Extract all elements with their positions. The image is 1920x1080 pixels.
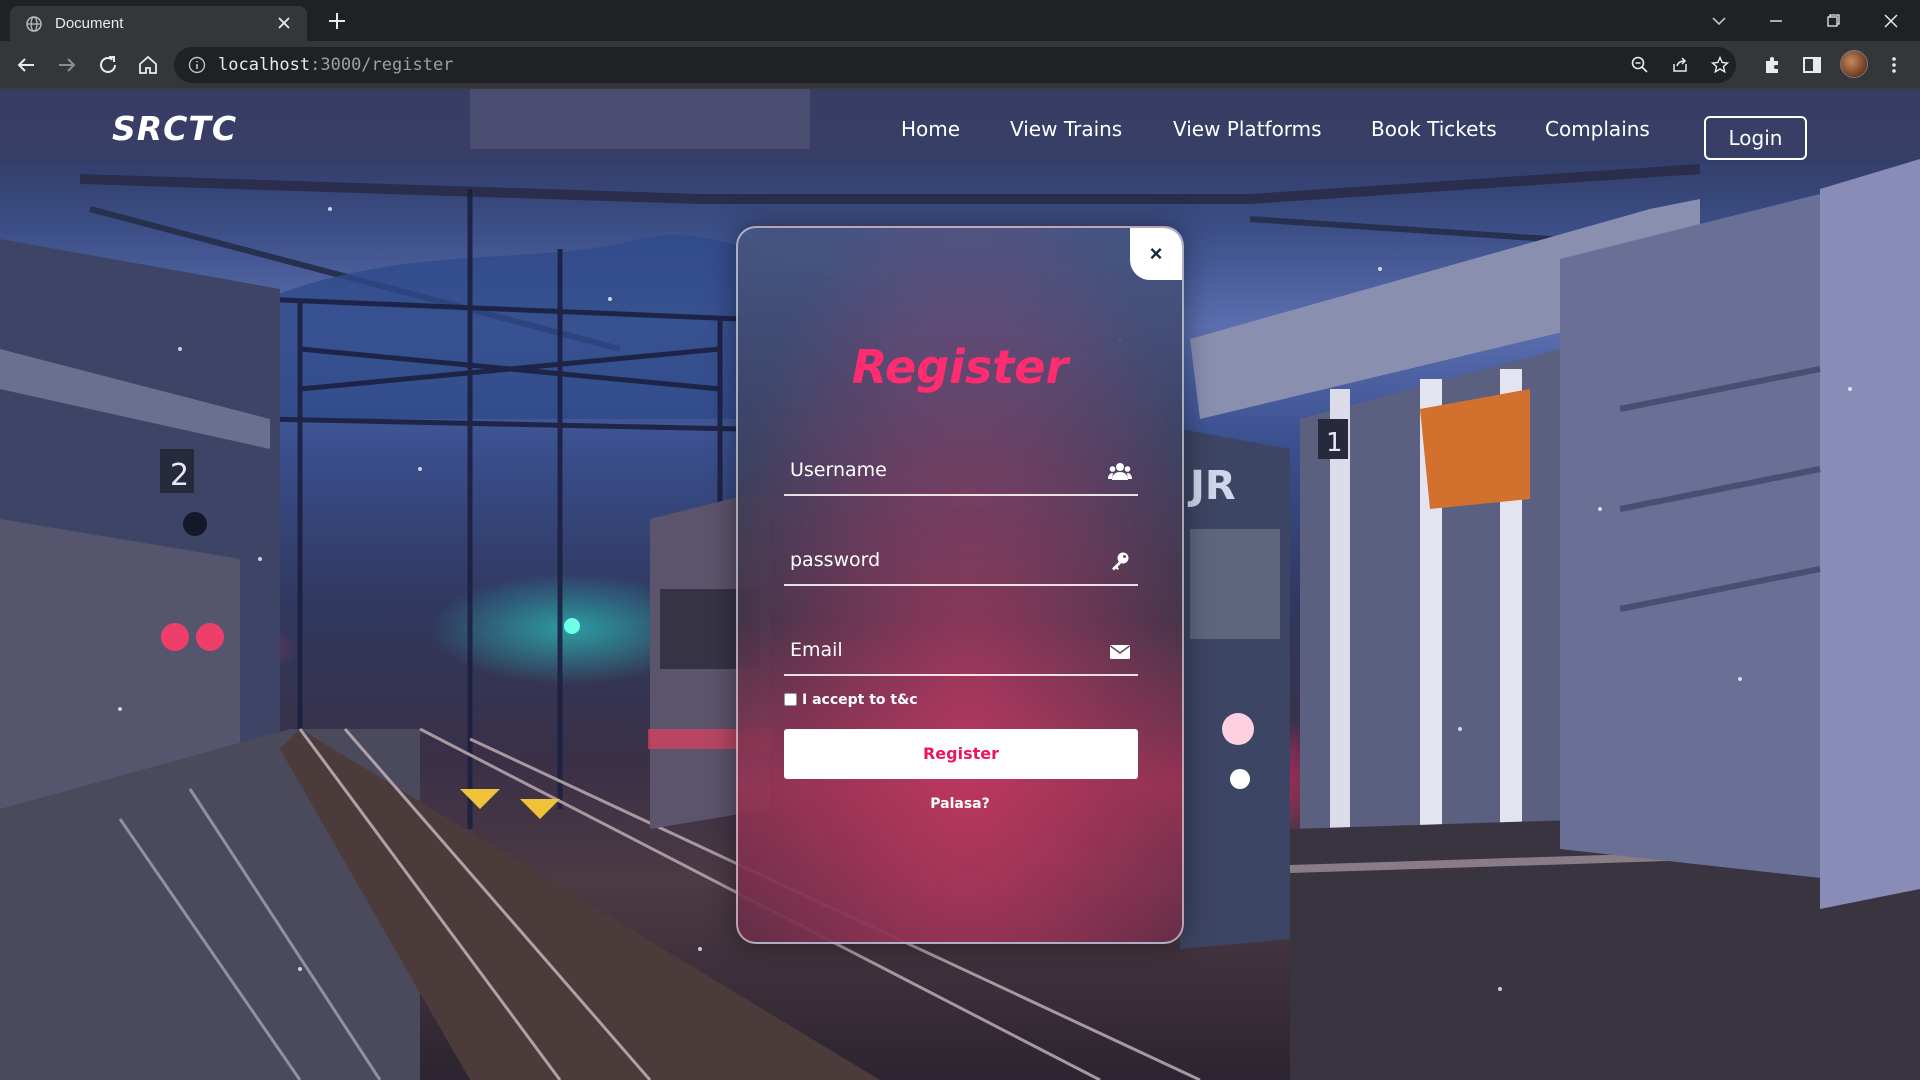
login-button[interactable]: Login [1704, 116, 1807, 160]
password-field [784, 536, 1138, 586]
profile-avatar[interactable] [1840, 50, 1868, 78]
close-icon[interactable]: × [1130, 228, 1182, 280]
menu-icon[interactable] [1882, 53, 1906, 77]
restore-icon[interactable] [1820, 8, 1846, 34]
share-icon[interactable] [1670, 55, 1690, 75]
back-icon[interactable] [14, 53, 38, 77]
extensions-icon[interactable] [1760, 53, 1784, 77]
nav-link-view-platforms[interactable]: View Platforms [1173, 117, 1322, 141]
terms-checkbox[interactable] [784, 693, 797, 706]
register-button[interactable]: Register [784, 729, 1138, 779]
username-field [784, 446, 1138, 496]
username-input[interactable] [784, 446, 1084, 494]
plus-icon[interactable] [326, 10, 348, 32]
info-icon[interactable] [188, 56, 206, 74]
email-field [784, 626, 1138, 676]
tab-title: Document [55, 15, 124, 32]
address-bar[interactable]: localhost:3000/register [174, 47, 1736, 83]
zoom-icon[interactable] [1630, 55, 1650, 75]
email-input[interactable] [784, 626, 1084, 674]
password-input[interactable] [784, 536, 1084, 584]
home-icon[interactable] [136, 53, 160, 77]
nav-link-view-trains[interactable]: View Trains [1010, 117, 1122, 141]
users-icon [1108, 463, 1132, 480]
close-icon[interactable] [275, 14, 293, 32]
nav-link-home[interactable]: Home [901, 117, 960, 141]
minimize-icon[interactable] [1763, 8, 1789, 34]
browser-toolbar: localhost:3000/register [0, 41, 1920, 89]
forward-icon[interactable] [55, 53, 79, 77]
globe-icon [26, 16, 42, 32]
modal-title: Register [851, 340, 1069, 394]
nav-link-complains[interactable]: Complains [1545, 117, 1650, 141]
key-icon [1112, 552, 1129, 571]
reload-icon[interactable] [96, 53, 120, 77]
url-text[interactable]: localhost:3000/register [218, 55, 453, 75]
register-modal: × Register Username Email I accept to t&… [736, 226, 1184, 944]
svg-text:2: 2 [170, 458, 189, 493]
chevron-down-icon[interactable] [1706, 8, 1732, 34]
site-logo[interactable]: SRCTC [112, 109, 237, 148]
nav-link-book-tickets[interactable]: Book Tickets [1371, 117, 1497, 141]
alt-link[interactable]: Palasa? [738, 796, 1182, 812]
url-path: :3000/register [310, 55, 454, 75]
star-icon[interactable] [1710, 55, 1730, 75]
browser-tab[interactable]: Document [10, 6, 307, 41]
window-close-icon[interactable] [1878, 8, 1904, 34]
browser-tab-strip: Document [0, 0, 1920, 41]
envelope-icon [1110, 645, 1130, 659]
terms-label[interactable]: I accept to t&c [802, 692, 918, 708]
url-host: localhost [218, 55, 311, 75]
svg-text:JR: JR [1187, 463, 1236, 509]
page-viewport: 2 JR 1 SRCTC Home View Trains View Platf… [0, 89, 1920, 1080]
side-panel-icon[interactable] [1800, 53, 1824, 77]
svg-text:1: 1 [1326, 428, 1343, 458]
